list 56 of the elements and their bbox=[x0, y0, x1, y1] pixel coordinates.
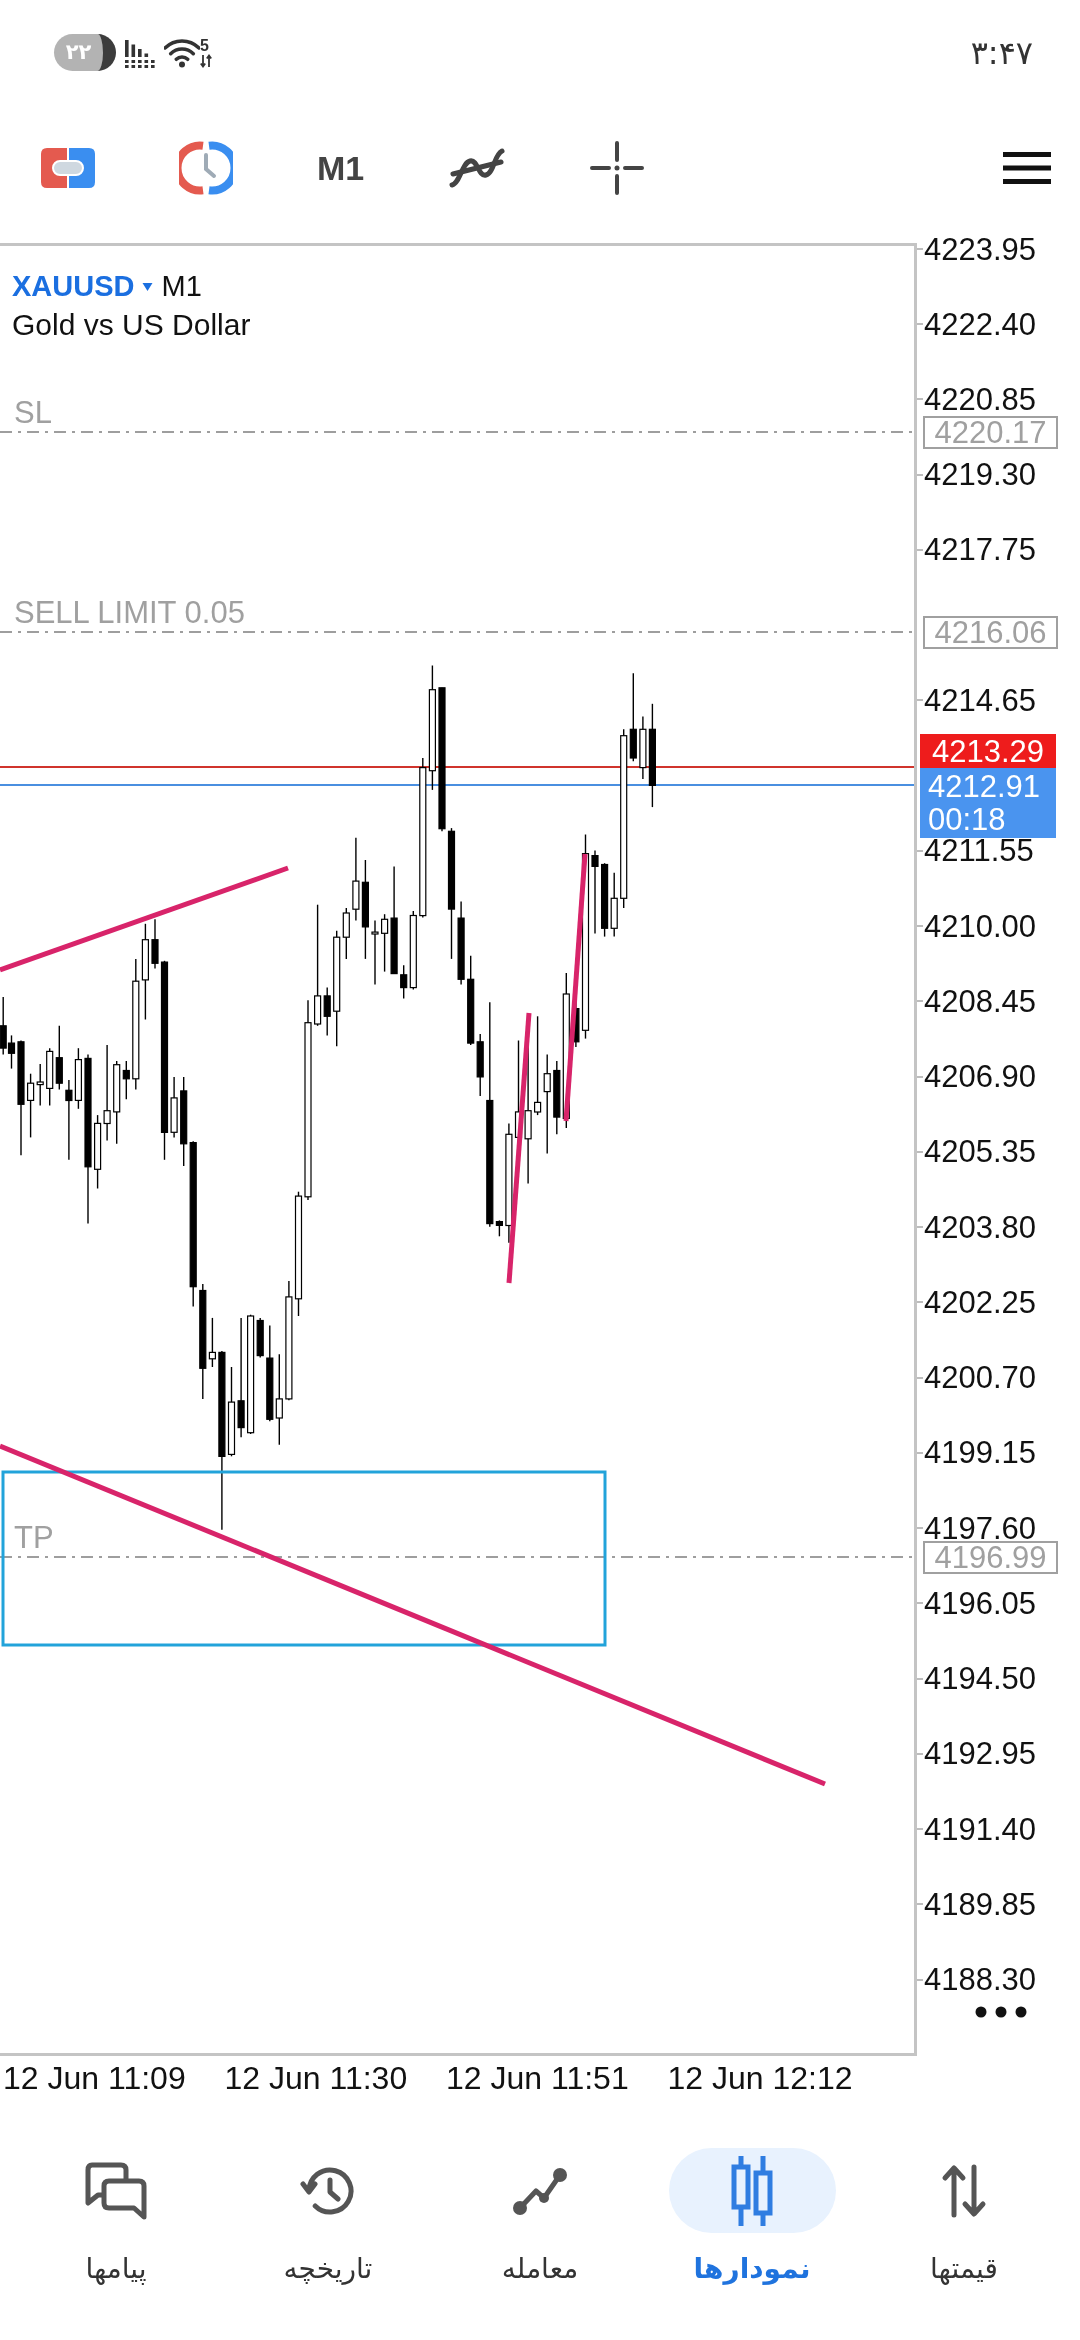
price-axis-label: 4214.65 bbox=[924, 684, 1037, 716]
symbol-description: Gold vs US Dollar bbox=[12, 310, 251, 340]
nav-tab[interactable]: تاریخچه bbox=[222, 2148, 434, 2287]
price-axis-label: 4194.50 bbox=[924, 1663, 1037, 1695]
price-axis-label: 4199.15 bbox=[924, 1437, 1037, 1469]
menu-icon[interactable] bbox=[1003, 152, 1051, 184]
order-price-tag: 4216.06 bbox=[923, 615, 1058, 649]
timeframe-label: M1 bbox=[161, 272, 202, 301]
bar-countdown-label: 00:18 bbox=[928, 803, 1006, 836]
price-axis-label: 4219.30 bbox=[924, 459, 1037, 491]
price-axis-label: 4208.45 bbox=[924, 985, 1037, 1017]
price-axis-label: 4202.25 bbox=[924, 1286, 1037, 1318]
price-axis-label: 4196.05 bbox=[924, 1587, 1037, 1619]
timeframe-button[interactable]: M1 bbox=[317, 151, 365, 185]
nav-tab[interactable]: معامله bbox=[434, 2148, 646, 2287]
price-axis-label: 4188.30 bbox=[924, 1964, 1037, 1995]
order-price-tag: 4196.99 bbox=[923, 1540, 1058, 1574]
up-down-arrows-icon bbox=[941, 2162, 987, 2219]
wifi-standard-label: 5 bbox=[200, 37, 209, 54]
clock-icon[interactable] bbox=[179, 141, 233, 195]
more-icon[interactable] bbox=[975, 2006, 1027, 2018]
time-axis-label: 12 Jun 11:51 bbox=[446, 2062, 630, 2094]
price-axis-label: 4203.80 bbox=[924, 1211, 1037, 1243]
price-axis-label: 4222.40 bbox=[924, 308, 1037, 340]
nav-tab[interactable]: نمودارها bbox=[646, 2148, 858, 2287]
time-axis-label: 12 Jun 12:12 bbox=[667, 2062, 854, 2094]
bid-price-label: 4212.91 bbox=[928, 770, 1041, 803]
symbol-name[interactable]: XAUUSD bbox=[12, 272, 135, 301]
time-axis-label: 12 Jun 11:09 bbox=[3, 2062, 187, 2094]
dropdown-caret-icon[interactable] bbox=[142, 282, 154, 291]
data-arrows-icon bbox=[200, 53, 212, 68]
order-price-tag: 4220.17 bbox=[923, 415, 1058, 449]
price-axis-label: 4192.95 bbox=[924, 1738, 1037, 1770]
price-axis-label: 4206.90 bbox=[924, 1061, 1037, 1093]
order-level-label: SL bbox=[14, 397, 52, 428]
nav-tab[interactable]: پیامها bbox=[10, 2148, 222, 2287]
order-level-label: TP bbox=[14, 1522, 54, 1553]
battery-indicator: ۲۲ bbox=[54, 34, 116, 71]
wifi-icon bbox=[164, 37, 200, 68]
price-axis-label: 4205.35 bbox=[924, 1136, 1037, 1168]
price-axis-label: 4200.70 bbox=[924, 1362, 1037, 1394]
chat-bubbles-icon bbox=[84, 2161, 148, 2220]
nav-tab[interactable]: قیمتها bbox=[858, 2148, 1070, 2287]
crosshair-icon[interactable] bbox=[590, 141, 645, 195]
ask-price-tag: 4213.29 bbox=[920, 734, 1056, 768]
price-axis-label: 4211.55 bbox=[924, 835, 1034, 867]
order-level-label: SELL LIMIT 0.05 bbox=[14, 597, 245, 628]
price-axis-label: 4217.75 bbox=[924, 534, 1037, 566]
status-time: ۳:۴۷ bbox=[970, 36, 1033, 69]
price-axis-label: 4210.00 bbox=[924, 910, 1037, 942]
one-click-trading-icon[interactable] bbox=[41, 148, 95, 188]
price-axis-label: 4220.85 bbox=[924, 383, 1037, 415]
time-axis-label: 12 Jun 11:30 bbox=[224, 2062, 409, 2094]
price-axis-label: 4189.85 bbox=[924, 1888, 1037, 1920]
price-axis-label: 4223.95 bbox=[924, 233, 1037, 265]
price-axis-label: 4191.40 bbox=[924, 1813, 1037, 1845]
